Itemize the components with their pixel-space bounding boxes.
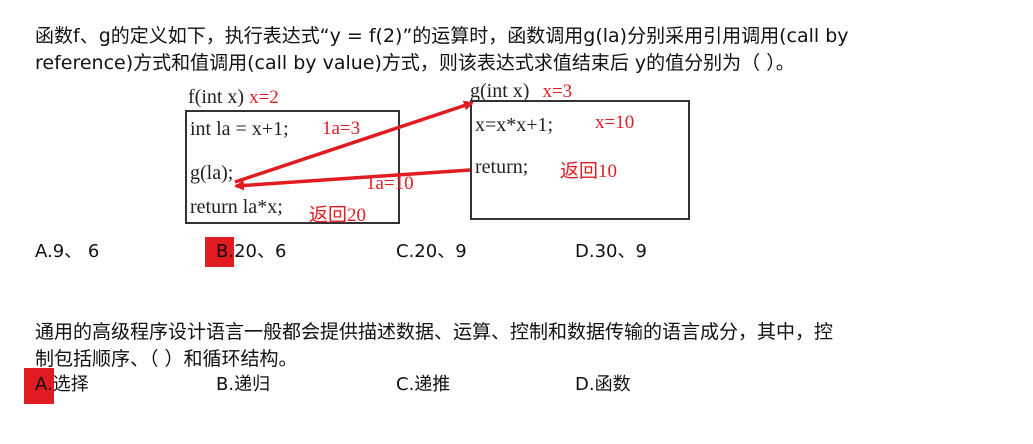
q1-option-a[interactable]: A.9、 6 bbox=[35, 241, 99, 263]
call-arrow bbox=[234, 100, 474, 184]
call-arrows bbox=[234, 100, 474, 191]
q1-option-b-text: 20、6 bbox=[234, 241, 287, 262]
call-diagram: f(int x) x=2 int la = x+1; 1a=3 g(la); r… bbox=[150, 78, 740, 240]
q1-option-c[interactable]: C.20、9 bbox=[396, 241, 467, 263]
question1-line1: 函数f、g的定义如下，执行表达式“y = f(2)”的运算时，函数调用g(la)… bbox=[35, 25, 849, 47]
q1-option-b[interactable]: B.20、6 bbox=[216, 241, 286, 263]
question2-line2: 制包括顺序、（ ）和循环结构。 bbox=[35, 348, 298, 370]
q2-option-c-letter: C. bbox=[396, 374, 415, 395]
q2-option-a-text: 选择 bbox=[52, 374, 89, 395]
question2-line1: 通用的高级程序设计语言一般都会提供描述数据、运算、控制和数据传输的语言成分，其中… bbox=[35, 321, 834, 343]
page: { "question1": { "line1": "函数f、g的定义如下，执行… bbox=[0, 0, 1033, 444]
q1-option-d[interactable]: D.30、9 bbox=[575, 241, 647, 263]
q2-option-b-text: 递归 bbox=[234, 374, 271, 395]
q2-option-d-letter: D. bbox=[575, 374, 595, 395]
q1-option-c-text: 20、9 bbox=[414, 241, 467, 262]
q2-option-d-text: 函数 bbox=[594, 374, 631, 395]
q1-option-d-text: 30、9 bbox=[594, 241, 647, 262]
question1-line2: reference)方式和值调用(call by value)方式，则该表达式求… bbox=[35, 52, 795, 74]
q1-option-d-letter: D. bbox=[575, 241, 595, 262]
q1-option-a-text: 9、 6 bbox=[52, 241, 100, 262]
q2-option-b[interactable]: B.递归 bbox=[216, 374, 270, 396]
q2-option-a[interactable]: A.选择 bbox=[35, 374, 89, 396]
q2-option-c-text: 递推 bbox=[414, 374, 451, 395]
q1-option-a-letter: A. bbox=[35, 241, 53, 262]
return-arrow bbox=[234, 168, 471, 191]
q1-option-c-letter: C. bbox=[396, 241, 415, 262]
q1-option-b-letter: B. bbox=[216, 241, 235, 262]
q2-option-b-letter: B. bbox=[216, 374, 235, 395]
q2-option-a-letter: A. bbox=[35, 374, 53, 395]
q2-option-d[interactable]: D.函数 bbox=[575, 374, 631, 396]
q2-option-c[interactable]: C.递推 bbox=[396, 374, 450, 396]
